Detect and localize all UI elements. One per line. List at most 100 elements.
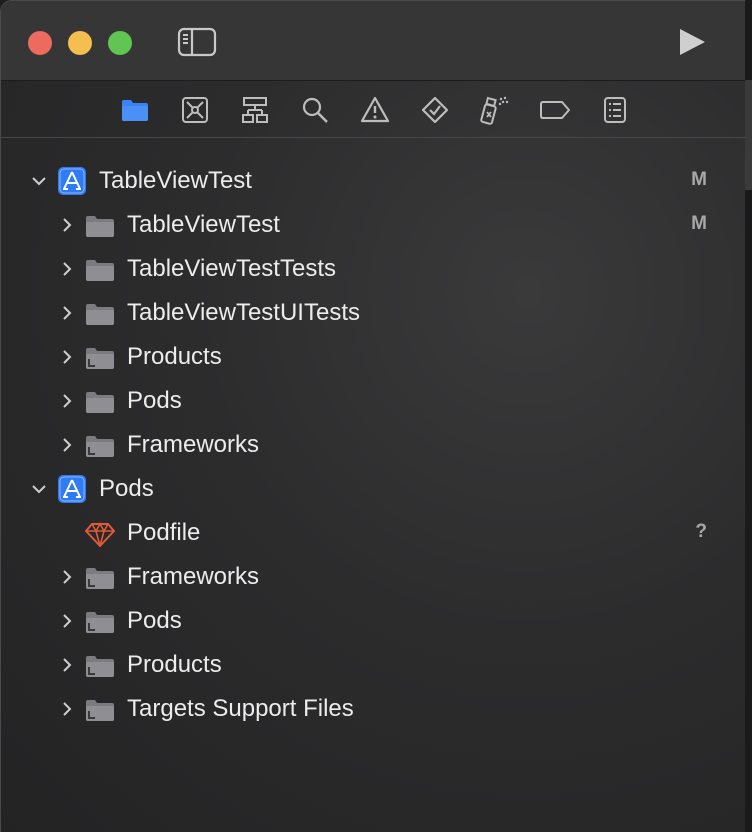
chevron-right-icon xyxy=(63,614,72,628)
folder-icon xyxy=(86,304,114,325)
zoom-window-button[interactable] xyxy=(108,31,132,55)
minimize-window-button[interactable] xyxy=(68,31,92,55)
item-label: TableViewTest xyxy=(127,211,280,238)
item-icon xyxy=(85,213,115,239)
window-edge xyxy=(745,0,752,832)
item-icon xyxy=(85,521,115,550)
item-icon xyxy=(85,389,115,415)
sidebar-toggle-button[interactable] xyxy=(177,27,217,57)
chevron-right-icon xyxy=(63,658,72,672)
item-label: Frameworks xyxy=(127,563,260,590)
project-row[interactable]: Pods xyxy=(1,467,746,511)
test-navigator-tab[interactable] xyxy=(419,94,451,126)
tree-item-row[interactable]: Podfile? xyxy=(1,511,746,555)
item-icon xyxy=(85,697,115,723)
disclosure-toggle[interactable] xyxy=(59,393,75,409)
item-label: Pods xyxy=(127,387,182,414)
spray-icon xyxy=(480,96,509,125)
ruby-gem-icon xyxy=(85,522,115,550)
magnifier-icon xyxy=(302,97,328,123)
item-label: Podfile xyxy=(127,519,201,546)
chevron-right-icon xyxy=(63,394,72,408)
tree-item-row[interactable]: TableViewTest M xyxy=(1,203,746,247)
tree-item-row[interactable]: TableViewTestTests xyxy=(1,247,746,291)
group-folder-icon xyxy=(86,568,114,589)
item-label: TableViewTestUITests xyxy=(127,299,360,326)
close-window-button[interactable] xyxy=(28,31,52,55)
tree-item-row[interactable]: Products xyxy=(1,643,746,687)
hierarchy-icon xyxy=(242,97,268,123)
source-control-status-badge: ? xyxy=(695,521,707,542)
tree-item-row[interactable]: Frameworks xyxy=(1,423,746,467)
chevron-right-icon xyxy=(63,438,72,452)
tree-item-row[interactable]: Pods xyxy=(1,379,746,423)
folder-icon xyxy=(86,392,114,413)
play-icon xyxy=(680,29,705,55)
diamond-check-icon xyxy=(421,96,449,124)
tag-icon xyxy=(540,101,570,119)
sidebar-icon xyxy=(177,27,217,57)
find-navigator-tab[interactable] xyxy=(299,94,331,126)
disclosure-toggle[interactable] xyxy=(59,657,75,673)
disclosure-toggle[interactable] xyxy=(59,261,75,277)
disclosure-toggle[interactable] xyxy=(59,305,75,321)
item-icon xyxy=(85,565,115,591)
folder-icon xyxy=(122,100,148,121)
report-navigator-tab[interactable] xyxy=(599,94,631,126)
item-icon xyxy=(85,301,115,327)
list-icon xyxy=(604,97,626,123)
tree-item-row[interactable]: TableViewTestUITests xyxy=(1,291,746,335)
disclosure-toggle[interactable] xyxy=(59,349,75,365)
tree-item-row[interactable]: Pods xyxy=(1,599,746,643)
run-button[interactable] xyxy=(677,27,707,57)
tree-item-row[interactable]: Targets Support Files xyxy=(1,687,746,731)
tree-item-row[interactable]: Products xyxy=(1,335,746,379)
item-label: Pods xyxy=(99,475,154,502)
item-icon xyxy=(85,609,115,635)
disclosure-toggle[interactable] xyxy=(59,217,75,233)
tree-item-row[interactable]: Frameworks xyxy=(1,555,746,599)
item-icon xyxy=(85,653,115,679)
warning-icon xyxy=(361,96,389,123)
chevron-right-icon xyxy=(63,306,72,320)
item-label: Products xyxy=(127,343,222,370)
group-folder-icon xyxy=(86,700,114,721)
disclosure-toggle[interactable] xyxy=(31,173,47,189)
issue-navigator-tab[interactable] xyxy=(359,94,391,126)
chevron-right-icon xyxy=(63,218,72,232)
symbol-navigator-tab[interactable] xyxy=(239,94,271,126)
xcode-project-icon xyxy=(58,167,86,195)
chevron-down-icon xyxy=(32,177,46,186)
item-label: TableViewTestTests xyxy=(127,255,336,282)
chevron-right-icon xyxy=(63,702,72,716)
item-label: Targets Support Files xyxy=(127,695,354,722)
disclosure-toggle[interactable] xyxy=(59,569,75,585)
breakpoint-navigator-tab[interactable] xyxy=(539,94,571,126)
xcode-window: TableViewTest M TableViewTest M TableViewT… xyxy=(0,0,752,832)
project-navigator-tree: TableViewTest M TableViewTest M TableViewT… xyxy=(1,159,746,731)
title-bar xyxy=(1,1,746,81)
item-icon xyxy=(85,257,115,283)
item-label: Pods xyxy=(127,607,182,634)
source-control-status-badge: M xyxy=(691,213,707,234)
group-folder-icon xyxy=(86,436,114,457)
group-folder-icon xyxy=(86,348,114,369)
source-control-icon xyxy=(182,97,208,123)
folder-icon xyxy=(86,216,114,237)
disclosure-toggle[interactable] xyxy=(59,437,75,453)
item-label: TableViewTest xyxy=(99,167,252,194)
chevron-right-icon xyxy=(63,570,72,584)
debug-navigator-tab[interactable] xyxy=(479,94,511,126)
item-icon xyxy=(85,433,115,459)
disclosure-toggle[interactable] xyxy=(59,701,75,717)
item-icon xyxy=(57,474,87,503)
disclosure-toggle[interactable] xyxy=(59,613,75,629)
item-icon xyxy=(57,166,87,195)
xcode-project-icon xyxy=(58,475,86,503)
folder-icon xyxy=(86,260,114,281)
project-navigator-tab[interactable] xyxy=(119,94,151,126)
item-label: Frameworks xyxy=(127,431,260,458)
disclosure-toggle[interactable] xyxy=(31,481,47,497)
project-row[interactable]: TableViewTest M xyxy=(1,159,746,203)
source-control-navigator-tab[interactable] xyxy=(179,94,211,126)
